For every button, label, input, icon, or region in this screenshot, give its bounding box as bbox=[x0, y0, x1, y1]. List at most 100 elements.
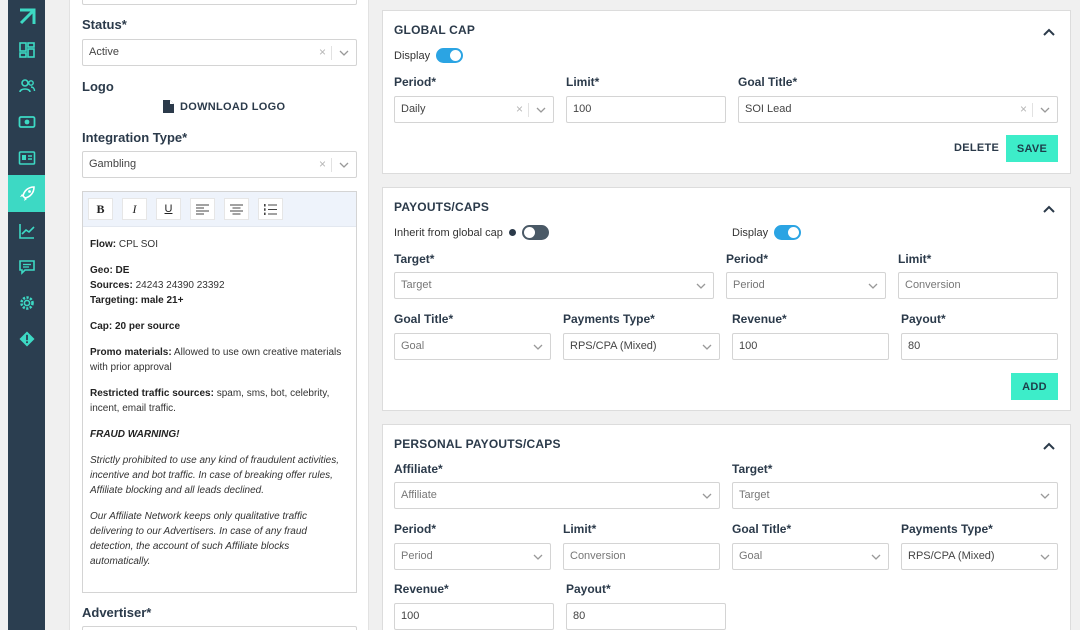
chevron-up-icon[interactable] bbox=[1042, 439, 1056, 453]
personal-payout-input[interactable]: 80 bbox=[566, 603, 726, 630]
status-label: Status* bbox=[82, 17, 127, 32]
payouts-display-toggle-row: Display bbox=[732, 225, 802, 240]
users-icon[interactable] bbox=[8, 69, 45, 103]
target-select[interactable]: Target bbox=[394, 272, 714, 299]
cap-text: Cap: 20 per source bbox=[90, 321, 181, 332]
personal-goal-select[interactable]: Goal bbox=[732, 543, 889, 570]
period-select[interactable]: Period bbox=[726, 272, 886, 299]
payouts-display-toggle[interactable] bbox=[774, 225, 802, 240]
clear-icon[interactable]: × bbox=[1020, 102, 1027, 116]
period-label: Period* bbox=[726, 252, 769, 266]
status-select[interactable]: Active × bbox=[82, 39, 357, 66]
chevron-down-icon[interactable] bbox=[870, 551, 882, 563]
affiliate-select[interactable]: Affiliate bbox=[394, 482, 720, 509]
chevron-down-icon[interactable] bbox=[701, 341, 713, 353]
logo-label: Logo bbox=[82, 79, 114, 94]
personal-payout-value: 80 bbox=[573, 610, 586, 622]
save-button[interactable]: SAVE bbox=[1006, 135, 1058, 162]
description-editor[interactable]: B I U Flow: CPL SOI Geo: DE Sources: 242… bbox=[82, 191, 357, 593]
id-card-icon[interactable] bbox=[8, 141, 45, 175]
download-logo-button[interactable]: DOWNLOAD LOGO bbox=[163, 100, 285, 113]
select-separator bbox=[1032, 103, 1033, 117]
revenue-input[interactable]: 100 bbox=[732, 333, 889, 360]
clear-icon[interactable]: × bbox=[516, 102, 523, 116]
chevron-down-icon[interactable] bbox=[1039, 490, 1051, 502]
underline-button[interactable]: U bbox=[156, 198, 181, 220]
global-goal-value: SOI Lead bbox=[745, 103, 792, 115]
dashboard-icon[interactable] bbox=[8, 33, 45, 67]
global-display-toggle-row: Display bbox=[394, 48, 464, 63]
chevron-down-icon[interactable] bbox=[867, 280, 879, 292]
limit-input[interactable]: Conversion bbox=[898, 272, 1058, 299]
download-logo-label: DOWNLOAD LOGO bbox=[180, 100, 286, 113]
top-field[interactable] bbox=[82, 0, 357, 5]
editor-content[interactable]: Flow: CPL SOI Geo: DE Sources: 24243 243… bbox=[83, 227, 356, 590]
chat-icon[interactable] bbox=[8, 250, 45, 284]
chevron-down-icon[interactable] bbox=[338, 159, 350, 171]
payments-type-value: RPS/CPA (Mixed) bbox=[570, 340, 657, 352]
clear-icon[interactable]: × bbox=[319, 157, 326, 171]
money-icon[interactable] bbox=[8, 105, 45, 139]
personal-period-placeholder: Period bbox=[401, 550, 433, 562]
chevron-down-icon[interactable] bbox=[532, 551, 544, 563]
personal-payments-type-select[interactable]: RPS/CPA (Mixed) bbox=[901, 543, 1058, 570]
chevron-down-icon[interactable] bbox=[1039, 551, 1051, 563]
global-limit-input[interactable]: 100 bbox=[566, 96, 726, 123]
geo-label: Geo: bbox=[90, 265, 113, 276]
delete-button[interactable]: DELETE bbox=[954, 142, 999, 154]
personal-revenue-label: Revenue* bbox=[394, 582, 449, 596]
clear-icon[interactable]: × bbox=[319, 45, 326, 59]
ordered-list-icon bbox=[264, 203, 277, 215]
inherit-label: Inherit from global cap bbox=[394, 226, 503, 239]
personal-revenue-input[interactable]: 100 bbox=[394, 603, 554, 630]
personal-goal-label: Goal Title* bbox=[732, 522, 792, 536]
gear-icon[interactable] bbox=[8, 286, 45, 320]
global-display-toggle[interactable] bbox=[436, 48, 464, 63]
goal-select[interactable]: Goal bbox=[394, 333, 551, 360]
personal-limit-input[interactable]: Conversion bbox=[563, 543, 720, 570]
global-period-select[interactable]: Daily × bbox=[394, 96, 554, 123]
chevron-down-icon[interactable] bbox=[701, 490, 713, 502]
chevron-up-icon[interactable] bbox=[1042, 25, 1056, 39]
italic-button[interactable]: I bbox=[122, 198, 147, 220]
logo-arrow-icon[interactable] bbox=[8, 0, 45, 34]
global-limit-value: 100 bbox=[573, 103, 592, 115]
personal-target-select[interactable]: Target bbox=[732, 482, 1058, 509]
rocket-icon[interactable] bbox=[8, 175, 45, 212]
inherit-toggle[interactable] bbox=[521, 225, 549, 240]
period-placeholder: Period bbox=[733, 279, 765, 291]
align-center-button[interactable] bbox=[224, 198, 249, 220]
personal-payments-type-label: Payments Type* bbox=[901, 522, 993, 536]
add-button[interactable]: ADD bbox=[1011, 373, 1058, 400]
chevron-down-icon[interactable] bbox=[535, 104, 547, 116]
chevron-down-icon[interactable] bbox=[695, 280, 707, 292]
payments-type-select[interactable]: RPS/CPA (Mixed) bbox=[563, 333, 720, 360]
personal-period-label: Period* bbox=[394, 522, 437, 536]
chevron-up-icon[interactable] bbox=[1042, 202, 1056, 216]
global-cap-panel: GLOBAL CAP Display Period* Daily × Limit… bbox=[382, 10, 1071, 174]
global-goal-select[interactable]: SOI Lead × bbox=[738, 96, 1058, 123]
chart-line-icon[interactable] bbox=[8, 214, 45, 248]
status-value: Active bbox=[89, 46, 119, 58]
chevron-down-icon[interactable] bbox=[532, 341, 544, 353]
ordered-list-button[interactable] bbox=[258, 198, 283, 220]
personal-title: PERSONAL PAYOUTS/CAPS bbox=[394, 437, 561, 451]
integration-type-value: Gambling bbox=[89, 158, 137, 170]
personal-period-select[interactable]: Period bbox=[394, 543, 551, 570]
global-goal-label: Goal Title* bbox=[738, 75, 798, 89]
chevron-down-icon[interactable] bbox=[338, 47, 350, 59]
revenue-label: Revenue* bbox=[732, 312, 787, 326]
payout-input[interactable]: 80 bbox=[901, 333, 1058, 360]
payouts-title: PAYOUTS/CAPS bbox=[394, 200, 490, 214]
personal-limit-placeholder: Conversion bbox=[570, 550, 626, 562]
target-placeholder: Target bbox=[401, 279, 432, 291]
flow-value: CPL SOI bbox=[116, 239, 158, 250]
align-left-button[interactable] bbox=[190, 198, 215, 220]
chevron-down-icon[interactable] bbox=[1039, 104, 1051, 116]
alert-icon[interactable] bbox=[8, 322, 45, 356]
integration-type-select[interactable]: Gambling × bbox=[82, 151, 357, 178]
info-icon[interactable] bbox=[508, 229, 516, 236]
advertiser-select[interactable] bbox=[82, 626, 357, 630]
bold-button[interactable]: B bbox=[88, 198, 113, 220]
align-center-icon bbox=[230, 204, 243, 214]
